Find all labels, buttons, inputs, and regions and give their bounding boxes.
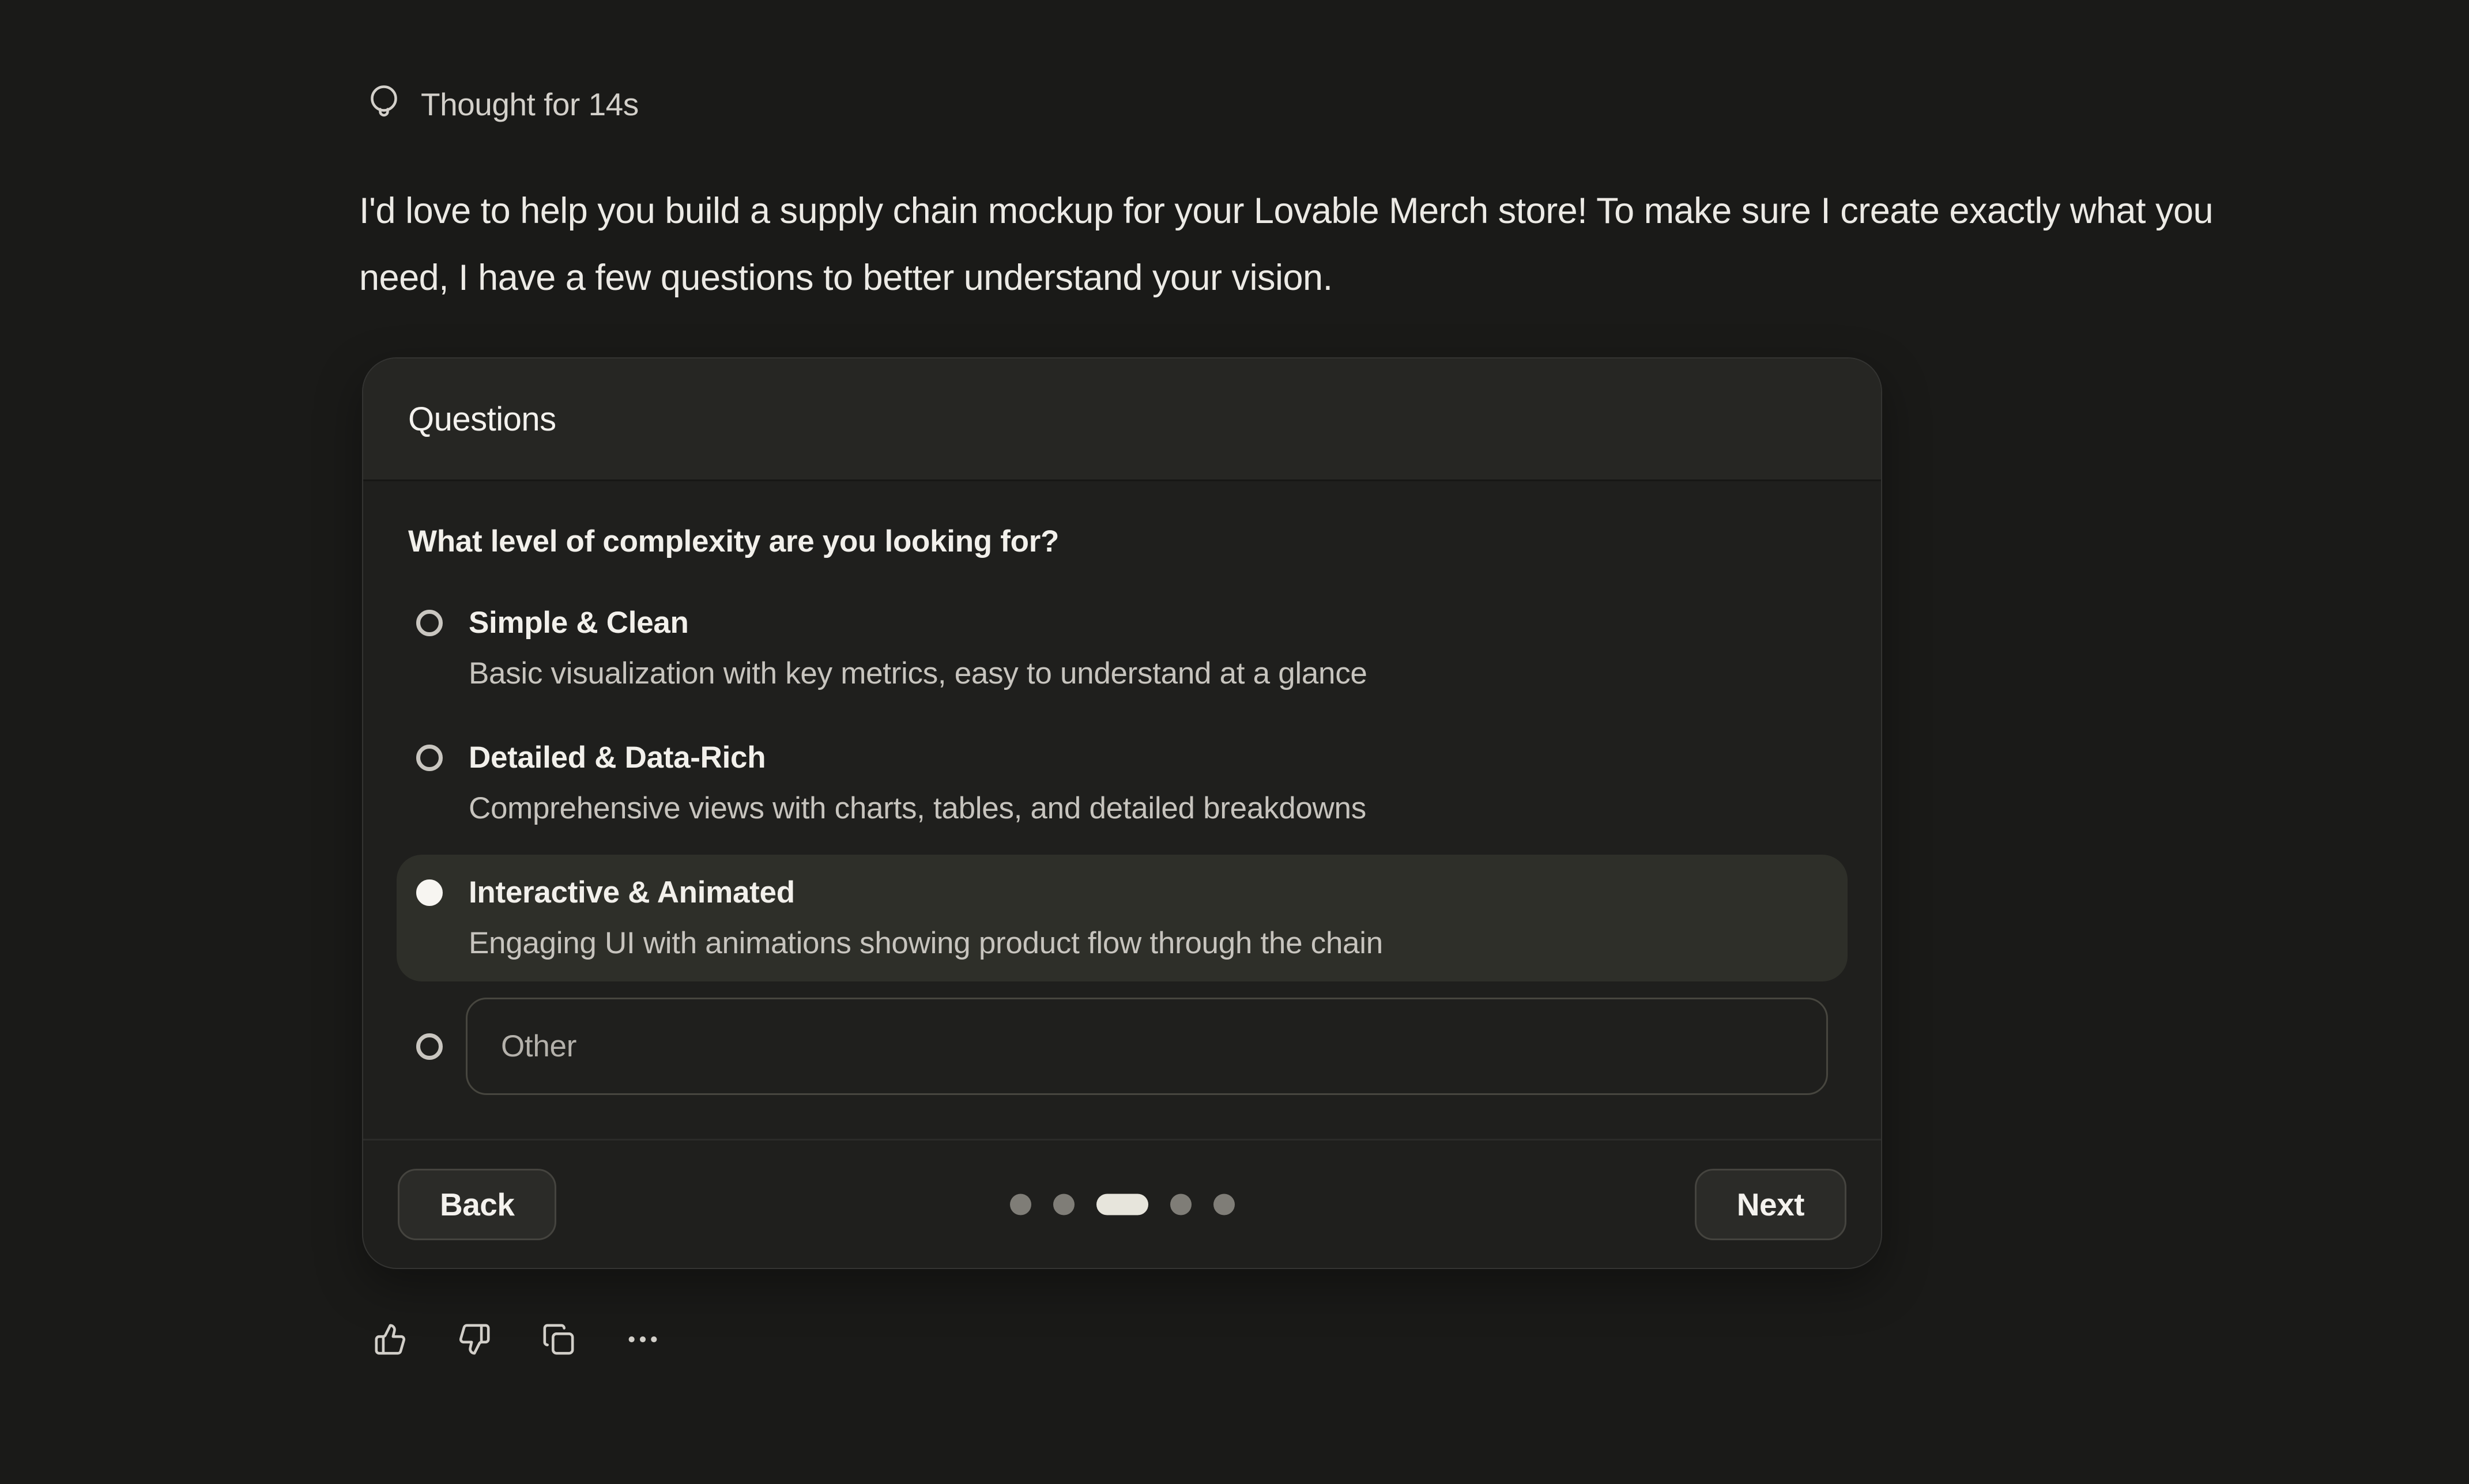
option-interactive-animated[interactable]: Interactive & Animated Engaging UI with … [397,855,1848,981]
radio-unselected-icon[interactable] [416,745,443,771]
other-option-input[interactable] [466,998,1828,1095]
pagination-dot[interactable] [1170,1194,1192,1215]
lightbulb-icon [367,81,401,128]
copy-icon[interactable] [542,1323,575,1356]
thought-disclosure[interactable]: Thought for 14s [367,81,639,128]
next-button[interactable]: Next [1695,1169,1846,1240]
assistant-message: I'd love to help you build a supply chai… [359,178,2221,311]
radio-selected-icon[interactable] [416,879,443,906]
more-options-icon[interactable] [626,1323,659,1356]
thumbs-down-icon[interactable] [458,1323,491,1356]
option-label: Interactive & Animated [469,867,1383,918]
option-description: Engaging UI with animations showing prod… [469,918,1383,969]
option-label: Simple & Clean [469,598,1367,648]
option-other[interactable] [397,990,1848,1095]
pagination-active-pill[interactable] [1096,1194,1148,1215]
message-actions [374,1323,659,1356]
options-list: Simple & Clean Basic visualization with … [397,585,1848,1095]
pagination-dot[interactable] [1053,1194,1075,1215]
option-simple-clean[interactable]: Simple & Clean Basic visualization with … [397,585,1848,712]
card-body: What level of complexity are you looking… [363,481,1881,1139]
pagination-dot[interactable] [1213,1194,1235,1215]
radio-unselected-icon[interactable] [416,610,443,636]
option-description: Comprehensive views with charts, tables,… [469,783,1366,834]
radio-unselected-icon[interactable] [416,1033,443,1060]
question-title: What level of complexity are you looking… [408,522,1836,562]
option-label: Detailed & Data-Rich [469,732,1366,783]
questions-card: Questions What level of complexity are y… [362,357,1882,1269]
card-title: Questions [408,400,556,439]
option-description: Basic visualization with key metrics, ea… [469,648,1367,699]
option-detailed-data-rich[interactable]: Detailed & Data-Rich Comprehensive views… [397,720,1848,847]
card-header: Questions [363,358,1881,481]
pagination-dots [1010,1194,1235,1215]
card-footer: Back Next [363,1139,1881,1268]
thought-label: Thought for 14s [421,86,639,123]
back-button[interactable]: Back [398,1169,556,1240]
thumbs-up-icon[interactable] [374,1323,407,1356]
pagination-dot[interactable] [1010,1194,1031,1215]
